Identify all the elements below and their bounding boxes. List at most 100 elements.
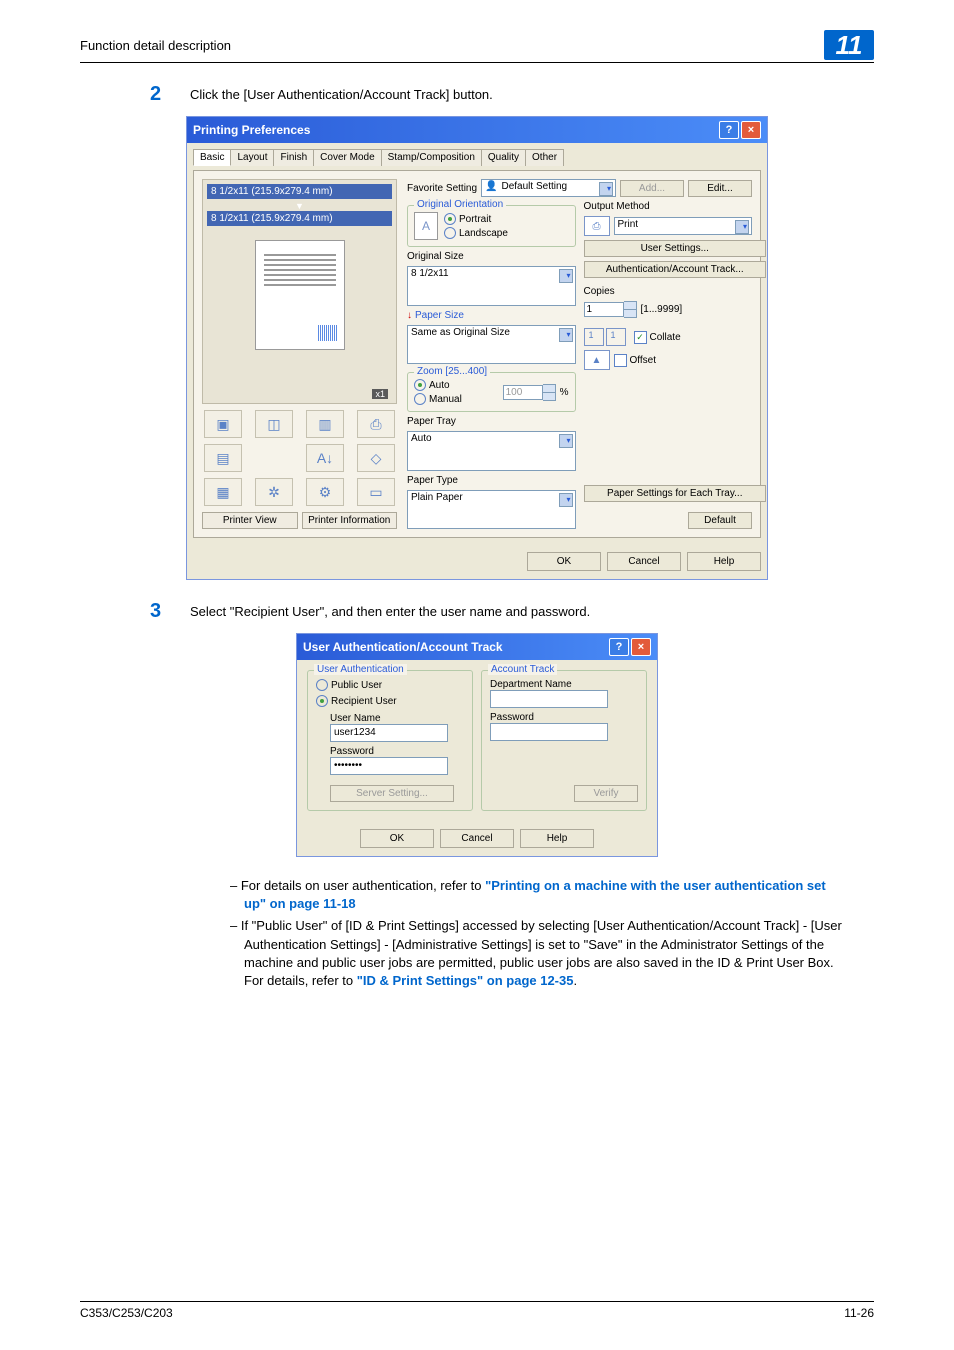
feature-icon[interactable]: ⚙ [306,478,344,506]
zoom-indicator: x1 [372,389,388,399]
tab-stamp[interactable]: Stamp/Composition [381,149,482,166]
paper-tray-select[interactable]: Auto▾ [407,431,576,471]
auth-account-track-button[interactable]: Authentication/Account Track... [584,261,767,278]
ok-button[interactable]: OK [360,829,434,848]
preview-panel: 8 1/2x11 (215.9x279.4 mm) ▼ 8 1/2x11 (21… [202,179,397,404]
zoom-manual-radio[interactable]: Manual [414,393,499,405]
offset-icon: ▲ [584,350,610,370]
user-settings-button[interactable]: User Settings... [584,240,767,257]
auth-dialog-title: User Authentication/Account Track [303,640,503,654]
acct-password-label: Password [490,712,638,723]
tab-cover-mode[interactable]: Cover Mode [313,149,381,166]
offset-checkbox[interactable]: Offset [614,354,657,367]
paper-settings-button[interactable]: Paper Settings for Each Tray... [584,485,767,502]
collate-icon [584,328,604,346]
feature-icon[interactable]: A↓ [306,444,344,472]
zoom-spinner[interactable]: 100 [503,384,556,401]
feature-icon[interactable]: ✲ [255,478,293,506]
tab-basic[interactable]: Basic [193,149,231,166]
step-text-3: Select "Recipient User", and then enter … [190,600,590,623]
tab-finish[interactable]: Finish [273,149,314,166]
paper-size-label: ↓Paper Size [407,310,576,321]
user-name-input[interactable]: user1234 [330,724,448,742]
footer-page: 11-26 [844,1306,874,1320]
portrait-radio[interactable]: Portrait [444,213,508,225]
original-size-select[interactable]: 8 1/2x11▾ [407,266,576,306]
feature-icon[interactable]: ◇ [357,444,395,472]
help-icon[interactable]: ? [719,121,739,139]
feature-icon[interactable]: ▭ [357,478,395,506]
dept-name-input[interactable] [490,690,608,708]
server-setting-button[interactable]: Server Setting... [330,785,454,802]
feature-icon[interactable]: ▦ [204,478,242,506]
tab-other[interactable]: Other [525,149,564,166]
printing-preferences-dialog: Printing Preferences ? × Basic Layout Fi… [186,116,768,580]
favorite-setting-label: Favorite Setting [407,183,477,194]
help-icon[interactable]: ? [609,638,629,656]
recipient-user-radio[interactable]: Recipient User [316,695,464,707]
note-item: If "Public User" of [ID & Print Settings… [230,917,844,990]
note-item: For details on user authentication, refe… [230,877,844,913]
user-name-label: User Name [330,713,464,724]
original-size-label: Original Size [407,251,576,262]
link-id-print[interactable]: "ID & Print Settings" on page 12-35 [357,973,574,988]
collate-checkbox[interactable]: ✓Collate [634,331,681,344]
password-input[interactable]: •••••••• [330,757,448,775]
close-icon[interactable]: × [741,121,761,139]
portrait-icon: A [414,212,438,240]
feature-icon[interactable]: ▣ [204,410,242,438]
step-text-2: Click the [User Authentication/Account T… [190,83,493,106]
verify-button[interactable]: Verify [574,785,638,802]
public-user-radio[interactable]: Public User [316,679,464,691]
cancel-button[interactable]: Cancel [440,829,514,848]
default-button[interactable]: Default [688,512,752,529]
password-label: Password [330,746,464,757]
copies-spinner[interactable]: 1 [584,301,637,318]
help-button[interactable]: Help [520,829,594,848]
orientation-legend: Original Orientation [414,199,506,210]
landscape-radio[interactable]: Landscape [444,227,508,239]
close-icon[interactable]: × [631,638,651,656]
preview-size-bottom: 8 1/2x11 (215.9x279.4 mm) [207,211,392,226]
step-number-3: 3 [150,600,190,623]
edit-button[interactable]: Edit... [688,180,752,197]
add-button[interactable]: Add... [620,180,684,197]
printer-view-button[interactable]: Printer View [202,512,298,529]
dept-name-label: Department Name [490,679,638,690]
tab-layout[interactable]: Layout [230,149,274,166]
favorite-setting-select[interactable]: 👤Default Setting▾ [481,179,616,197]
footer-model: C353/C253/C203 [80,1306,173,1320]
step-number-2: 2 [150,83,190,106]
tab-quality[interactable]: Quality [481,149,526,166]
help-button[interactable]: Help [687,552,761,571]
zoom-legend: Zoom [25...400] [414,366,490,377]
account-track-legend: Account Track [488,664,557,675]
user-auth-dialog: User Authentication/Account Track ? × Us… [296,633,658,857]
dialog-title: Printing Preferences [193,123,310,137]
copies-range: [1...9999] [641,304,683,315]
feature-icon[interactable]: ▤ [204,444,242,472]
preview-size-top: 8 1/2x11 (215.9x279.4 mm) [207,184,392,199]
page-preview-icon [255,240,345,350]
ok-button[interactable]: OK [527,552,601,571]
section-title: Function detail description [80,38,231,53]
output-method-select[interactable]: Print▾ [614,217,753,235]
paper-size-select[interactable]: Same as Original Size▾ [407,325,576,365]
feature-icon[interactable]: ◫ [255,410,293,438]
cancel-button[interactable]: Cancel [607,552,681,571]
paper-type-label: Paper Type [407,475,576,486]
percent-label: % [560,387,569,398]
user-auth-legend: User Authentication [314,664,407,675]
output-method-label: Output Method [584,201,753,212]
feature-icon[interactable]: ⎙ [357,410,395,438]
notes-list: For details on user authentication, refe… [190,877,844,990]
paper-tray-label: Paper Tray [407,416,576,427]
acct-password-input[interactable] [490,723,608,741]
paper-type-select[interactable]: Plain Paper▾ [407,490,576,530]
feature-icon[interactable]: ▥ [306,410,344,438]
copies-label: Copies [584,286,753,297]
chapter-number: 11 [824,30,874,60]
printer-information-button[interactable]: Printer Information [302,512,398,529]
collate-icon [606,328,626,346]
zoom-auto-radio[interactable]: Auto [414,379,499,391]
